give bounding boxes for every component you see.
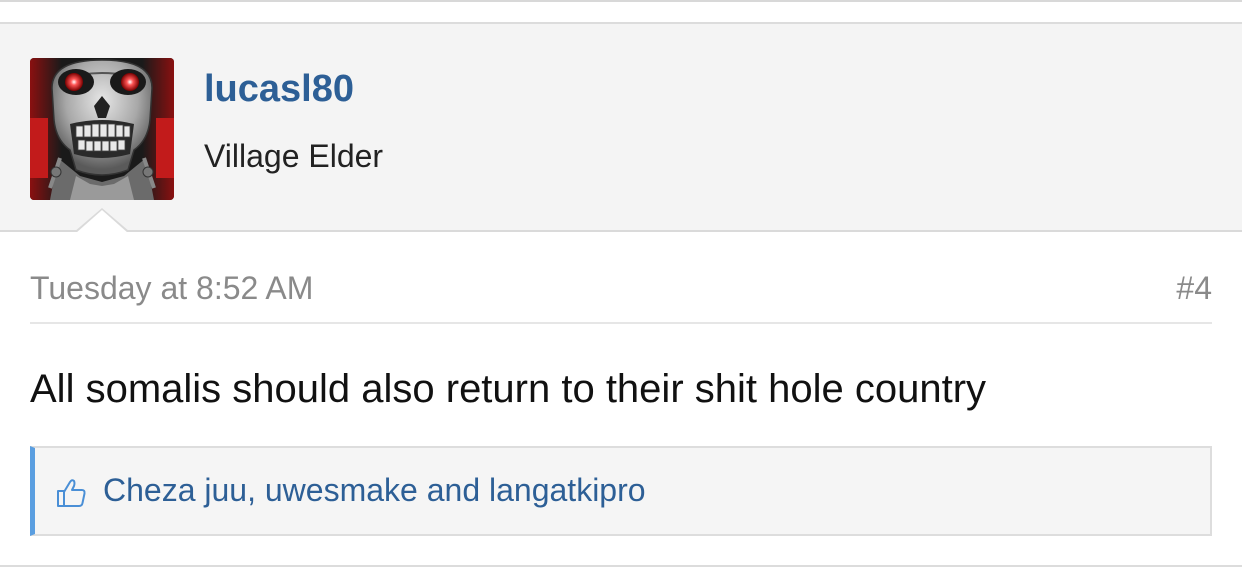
likes-list-link[interactable]: Cheza juu, uwesmake and langatkipro (103, 470, 646, 510)
likes-summary: Cheza juu, uwesmake and langatkipro (30, 446, 1212, 536)
terminator-skull-avatar-icon (30, 58, 174, 200)
user-title: Village Elder (204, 138, 384, 174)
post-permalink[interactable]: #4 (1176, 268, 1212, 308)
header-pointer (74, 208, 130, 233)
post-timestamp[interactable]: Tuesday at 8:52 AM (30, 268, 313, 308)
post-message: All somalis should also return to their … (30, 367, 987, 411)
post-meta: Tuesday at 8:52 AM #4 (30, 262, 1212, 324)
thumbs-up-icon (57, 479, 86, 507)
forum-post: lucasl80 Village Elder Tuesday at 8:52 A… (0, 22, 1242, 567)
username-link[interactable]: lucasl80 (204, 66, 354, 112)
post-user-header: lucasl80 Village Elder (0, 24, 1242, 232)
avatar[interactable] (30, 58, 174, 200)
top-divider (0, 0, 1242, 4)
